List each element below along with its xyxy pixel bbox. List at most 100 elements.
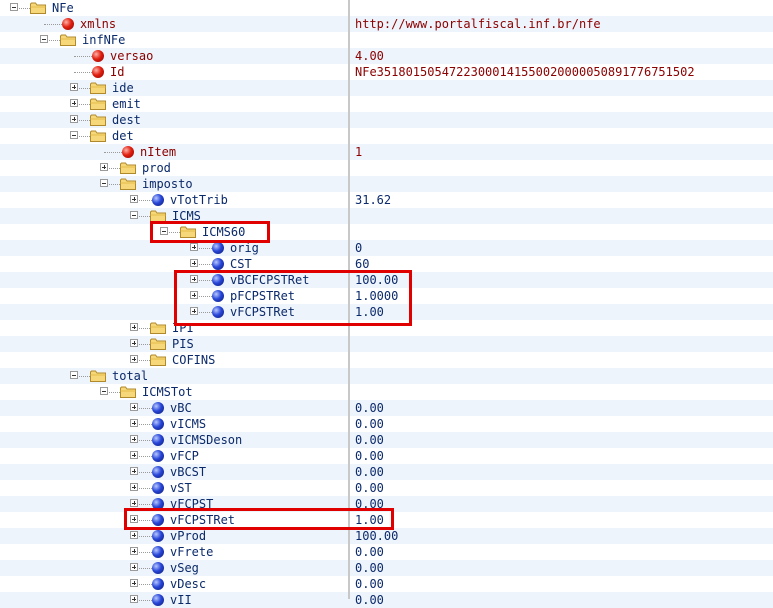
tree-row-vseg[interactable]: vSeg 0.00 <box>0 560 773 576</box>
tree-row-vst[interactable]: vST 0.00 <box>0 480 773 496</box>
element-icon <box>212 242 224 254</box>
expand-icon[interactable] <box>130 451 138 459</box>
collapse-icon[interactable] <box>130 211 138 219</box>
tree-row-vfcp[interactable]: vFCP 0.00 <box>0 448 773 464</box>
node-value: 0.00 <box>355 561 384 575</box>
node-value: 0.00 <box>355 545 384 559</box>
element-icon <box>152 546 164 558</box>
expand-icon[interactable] <box>130 563 138 571</box>
expand-icon[interactable] <box>130 403 138 411</box>
element-icon <box>152 402 164 414</box>
collapse-icon[interactable] <box>100 179 108 187</box>
node-value: 0.00 <box>355 481 384 495</box>
expand-icon[interactable] <box>130 579 138 587</box>
node-value: 0 <box>355 241 363 255</box>
node-value: 31.62 <box>355 193 392 207</box>
tree-row-vfrete[interactable]: vFrete 0.00 <box>0 544 773 560</box>
node-name: PIS <box>172 337 194 351</box>
expand-icon[interactable] <box>130 323 138 331</box>
expand-icon[interactable] <box>130 499 138 507</box>
tree-row-pis[interactable]: PIS <box>0 336 773 352</box>
tree-row-vtottrib[interactable]: vTotTrib 31.62 <box>0 192 773 208</box>
tree-row-vbc[interactable]: vBC 0.00 <box>0 400 773 416</box>
node-name: prod <box>142 161 171 175</box>
node-name: vII <box>170 593 192 607</box>
node-name: vBCST <box>170 465 207 479</box>
attribute-icon <box>92 50 104 62</box>
node-name: ide <box>112 81 134 95</box>
expand-icon[interactable] <box>130 339 138 347</box>
tree-row-nitem[interactable]: nItem 1 <box>0 144 773 160</box>
tree-row-prod[interactable]: prod <box>0 160 773 176</box>
node-name: vST <box>170 481 192 495</box>
expand-icon[interactable] <box>70 83 78 91</box>
tree-row-vdesc[interactable]: vDesc 0.00 <box>0 576 773 592</box>
node-name: vTotTrib <box>170 193 228 207</box>
folder-icon <box>120 162 136 174</box>
expand-icon[interactable] <box>100 163 108 171</box>
expand-icon[interactable] <box>70 99 78 107</box>
tree-row-vii[interactable]: vII 0.00 <box>0 592 773 608</box>
tree-row-icms60[interactable]: ICMS60 <box>0 224 773 240</box>
collapse-icon[interactable] <box>100 387 108 395</box>
tree-row-vicmsdeson[interactable]: vICMSDeson 0.00 <box>0 432 773 448</box>
expand-icon[interactable] <box>130 355 138 363</box>
tree-row-total[interactable]: total <box>0 368 773 384</box>
folder-icon <box>30 2 46 14</box>
element-icon <box>152 594 164 606</box>
tree-row-vprod[interactable]: vProd 100.00 <box>0 528 773 544</box>
node-name: vICMS <box>170 417 207 431</box>
tree-row-vbcst[interactable]: vBCST 0.00 <box>0 464 773 480</box>
attribute-icon <box>62 18 74 30</box>
expand-icon[interactable] <box>130 467 138 475</box>
node-name: vFCP <box>170 449 199 463</box>
element-icon <box>152 578 164 590</box>
tree-row-cofins[interactable]: COFINS <box>0 352 773 368</box>
expand-icon[interactable] <box>190 243 198 251</box>
tree-row-infnfe[interactable]: infNFe <box>0 32 773 48</box>
tree-row-xmlns[interactable]: xmlns http://www.portalfiscal.inf.br/nfe <box>0 16 773 32</box>
tree-row-icmstot[interactable]: ICMSTot <box>0 384 773 400</box>
element-icon <box>212 258 224 270</box>
tree-row-imposto[interactable]: imposto <box>0 176 773 192</box>
collapse-icon[interactable] <box>70 131 78 139</box>
node-name: emit <box>112 97 141 111</box>
expand-icon[interactable] <box>130 531 138 539</box>
node-name: Id <box>110 65 125 79</box>
folder-icon <box>60 34 76 46</box>
element-icon <box>152 418 164 430</box>
tree-row-dest[interactable]: dest <box>0 112 773 128</box>
tree-row-emit[interactable]: emit <box>0 96 773 112</box>
tree-row-nfe[interactable]: NFe <box>0 0 773 16</box>
tree-row-id[interactable]: Id NFe35180150547223000141550020000050891… <box>0 64 773 80</box>
element-icon <box>152 530 164 542</box>
collapse-icon[interactable] <box>10 3 18 11</box>
node-name: dest <box>112 113 141 127</box>
expand-icon[interactable] <box>130 435 138 443</box>
collapse-icon[interactable] <box>70 371 78 379</box>
collapse-icon[interactable] <box>40 35 48 43</box>
expand-icon[interactable] <box>130 419 138 427</box>
expand-icon[interactable] <box>190 259 198 267</box>
tree-row-ide[interactable]: ide <box>0 80 773 96</box>
tree-row-det[interactable]: det <box>0 128 773 144</box>
folder-icon <box>150 338 166 350</box>
node-value: http://www.portalfiscal.inf.br/nfe <box>355 17 601 31</box>
expand-icon[interactable] <box>130 195 138 203</box>
tree-row-versao[interactable]: versao 4.00 <box>0 48 773 64</box>
element-icon <box>152 482 164 494</box>
node-value: 4.00 <box>355 49 384 63</box>
expand-icon[interactable] <box>70 115 78 123</box>
node-name: xmlns <box>80 17 117 31</box>
tree-row-orig[interactable]: orig 0 <box>0 240 773 256</box>
element-icon <box>152 434 164 446</box>
highlight-box-vfcpstret-total <box>124 508 394 530</box>
node-name: versao <box>110 49 154 63</box>
tree-row-icms[interactable]: ICMS <box>0 208 773 224</box>
node-name: ICMSTot <box>142 385 193 399</box>
expand-icon[interactable] <box>130 483 138 491</box>
expand-icon[interactable] <box>130 547 138 555</box>
node-name: NFe <box>52 1 74 15</box>
expand-icon[interactable] <box>130 595 138 603</box>
tree-row-vicms[interactable]: vICMS 0.00 <box>0 416 773 432</box>
